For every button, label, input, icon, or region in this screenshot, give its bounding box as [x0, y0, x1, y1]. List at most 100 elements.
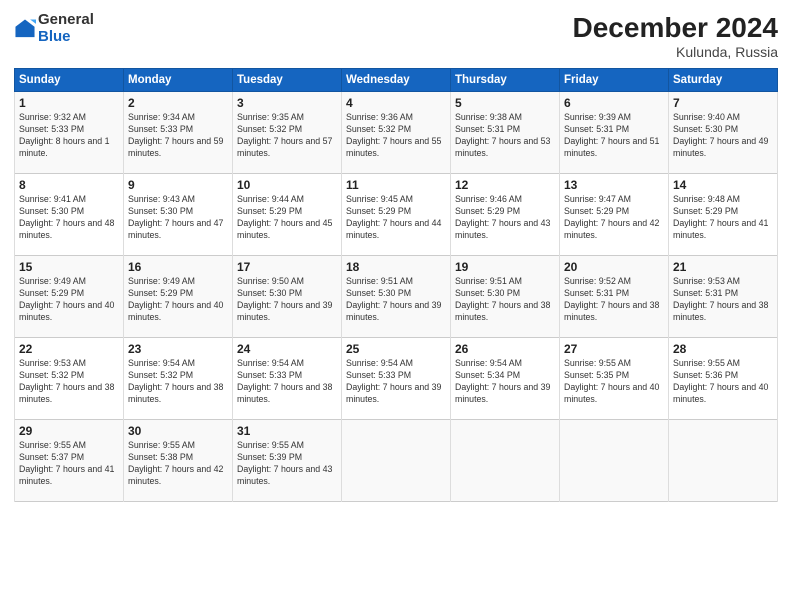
- table-row: 12 Sunrise: 9:46 AMSunset: 5:29 PMDayligh…: [451, 174, 560, 256]
- col-saturday: Saturday: [669, 69, 778, 92]
- day-number: 20: [564, 260, 664, 274]
- day-info: Sunrise: 9:38 AMSunset: 5:31 PMDaylight:…: [455, 112, 550, 158]
- day-number: 28: [673, 342, 773, 356]
- day-info: Sunrise: 9:52 AMSunset: 5:31 PMDaylight:…: [564, 276, 659, 322]
- table-row: 29 Sunrise: 9:55 AMSunset: 5:37 PMDayligh…: [15, 420, 124, 502]
- table-row: 10Sunrise: 9:44 AMSunset: 5:29 PMDayligh…: [233, 174, 342, 256]
- day-number: 3: [237, 96, 337, 110]
- day-info: Sunrise: 9:55 AMSunset: 5:38 PMDaylight:…: [128, 440, 223, 486]
- calendar-table: Sunday Monday Tuesday Wednesday Thursday…: [14, 68, 778, 502]
- table-row: 24 Sunrise: 9:54 AMSunset: 5:33 PMDayligh…: [233, 338, 342, 420]
- day-number: 2: [128, 96, 228, 110]
- logo-blue: Blue: [38, 29, 94, 46]
- day-info: Sunrise: 9:49 AMSunset: 5:29 PMDaylight:…: [19, 276, 114, 322]
- table-row: [342, 420, 451, 502]
- table-row: 26 Sunrise: 9:54 AMSunset: 5:34 PMDayligh…: [451, 338, 560, 420]
- day-info: Sunrise: 9:46 AMSunset: 5:29 PMDaylight:…: [455, 194, 550, 240]
- day-info: Sunrise: 9:51 AMSunset: 5:30 PMDaylight:…: [346, 276, 441, 322]
- table-row: 19Sunrise: 9:51 AMSunset: 5:30 PMDayligh…: [451, 256, 560, 338]
- col-friday: Friday: [560, 69, 669, 92]
- table-row: 3 Sunrise: 9:35 AMSunset: 5:32 PMDaylight…: [233, 92, 342, 174]
- table-row: 1 Sunrise: 9:32 AMSunset: 5:33 PMDaylight…: [15, 92, 124, 174]
- table-row: 14Sunrise: 9:48 AMSunset: 5:29 PMDayligh…: [669, 174, 778, 256]
- day-number: 14: [673, 178, 773, 192]
- table-row: 28Sunrise: 9:55 AMSunset: 5:36 PMDayligh…: [669, 338, 778, 420]
- day-info: Sunrise: 9:49 AMSunset: 5:29 PMDaylight:…: [128, 276, 223, 322]
- day-number: 21: [673, 260, 773, 274]
- table-row: 11Sunrise: 9:45 AMSunset: 5:29 PMDayligh…: [342, 174, 451, 256]
- table-row: 13Sunrise: 9:47 AMSunset: 5:29 PMDayligh…: [560, 174, 669, 256]
- subtitle: Kulunda, Russia: [573, 44, 778, 60]
- day-info: Sunrise: 9:54 AMSunset: 5:33 PMDaylight:…: [237, 358, 332, 404]
- table-row: 15 Sunrise: 9:49 AMSunset: 5:29 PMDayligh…: [15, 256, 124, 338]
- day-info: Sunrise: 9:35 AMSunset: 5:32 PMDaylight:…: [237, 112, 332, 158]
- table-row: 30Sunrise: 9:55 AMSunset: 5:38 PMDayligh…: [124, 420, 233, 502]
- table-row: 20 Sunrise: 9:52 AMSunset: 5:31 PMDayligh…: [560, 256, 669, 338]
- table-row: 23 Sunrise: 9:54 AMSunset: 5:32 PMDayligh…: [124, 338, 233, 420]
- header: General Blue December 2024 Kulunda, Russ…: [14, 12, 778, 60]
- col-wednesday: Wednesday: [342, 69, 451, 92]
- table-row: 18Sunrise: 9:51 AMSunset: 5:30 PMDayligh…: [342, 256, 451, 338]
- day-info: Sunrise: 9:55 AMSunset: 5:37 PMDaylight:…: [19, 440, 114, 486]
- day-info: Sunrise: 9:55 AMSunset: 5:39 PMDaylight:…: [237, 440, 332, 486]
- day-info: Sunrise: 9:36 AMSunset: 5:32 PMDaylight:…: [346, 112, 441, 158]
- day-number: 17: [237, 260, 337, 274]
- day-info: Sunrise: 9:41 AMSunset: 5:30 PMDaylight:…: [19, 194, 114, 240]
- calendar-week-2: 8 Sunrise: 9:41 AMSunset: 5:30 PMDaylight…: [15, 174, 778, 256]
- day-number: 1: [19, 96, 119, 110]
- calendar-week-5: 29 Sunrise: 9:55 AMSunset: 5:37 PMDayligh…: [15, 420, 778, 502]
- day-info: Sunrise: 9:51 AMSunset: 5:30 PMDaylight:…: [455, 276, 550, 322]
- table-row: 31 Sunrise: 9:55 AMSunset: 5:39 PMDayligh…: [233, 420, 342, 502]
- day-number: 31: [237, 424, 337, 438]
- day-number: 6: [564, 96, 664, 110]
- day-info: Sunrise: 9:54 AMSunset: 5:34 PMDaylight:…: [455, 358, 550, 404]
- day-number: 16: [128, 260, 228, 274]
- day-info: Sunrise: 9:40 AMSunset: 5:30 PMDaylight:…: [673, 112, 768, 158]
- day-number: 22: [19, 342, 119, 356]
- day-number: 9: [128, 178, 228, 192]
- table-row: [560, 420, 669, 502]
- day-info: Sunrise: 9:32 AMSunset: 5:33 PMDaylight:…: [19, 112, 109, 158]
- table-row: 22 Sunrise: 9:53 AMSunset: 5:32 PMDayligh…: [15, 338, 124, 420]
- day-info: Sunrise: 9:53 AMSunset: 5:32 PMDaylight:…: [19, 358, 114, 404]
- logo-general: General: [38, 12, 94, 29]
- day-number: 5: [455, 96, 555, 110]
- day-number: 12: [455, 178, 555, 192]
- table-row: 16 Sunrise: 9:49 AMSunset: 5:29 PMDayligh…: [124, 256, 233, 338]
- calendar-body: 1 Sunrise: 9:32 AMSunset: 5:33 PMDaylight…: [15, 92, 778, 502]
- day-number: 24: [237, 342, 337, 356]
- calendar-week-4: 22 Sunrise: 9:53 AMSunset: 5:32 PMDayligh…: [15, 338, 778, 420]
- day-number: 11: [346, 178, 446, 192]
- day-info: Sunrise: 9:34 AMSunset: 5:33 PMDaylight:…: [128, 112, 223, 158]
- title-block: December 2024 Kulunda, Russia: [573, 12, 778, 60]
- day-info: Sunrise: 9:54 AMSunset: 5:32 PMDaylight:…: [128, 358, 223, 404]
- day-number: 27: [564, 342, 664, 356]
- calendar-container: General Blue December 2024 Kulunda, Russ…: [0, 0, 792, 612]
- day-number: 7: [673, 96, 773, 110]
- day-number: 8: [19, 178, 119, 192]
- day-info: Sunrise: 9:50 AMSunset: 5:30 PMDaylight:…: [237, 276, 332, 322]
- table-row: 17 Sunrise: 9:50 AMSunset: 5:30 PMDayligh…: [233, 256, 342, 338]
- table-row: 21 Sunrise: 9:53 AMSunset: 5:31 PMDayligh…: [669, 256, 778, 338]
- day-info: Sunrise: 9:39 AMSunset: 5:31 PMDaylight:…: [564, 112, 659, 158]
- header-row: Sunday Monday Tuesday Wednesday Thursday…: [15, 69, 778, 92]
- day-number: 23: [128, 342, 228, 356]
- col-tuesday: Tuesday: [233, 69, 342, 92]
- table-row: [669, 420, 778, 502]
- logo-text: General Blue: [38, 12, 94, 45]
- day-number: 15: [19, 260, 119, 274]
- col-sunday: Sunday: [15, 69, 124, 92]
- table-row: 5 Sunrise: 9:38 AMSunset: 5:31 PMDaylight…: [451, 92, 560, 174]
- day-number: 29: [19, 424, 119, 438]
- calendar-week-1: 1 Sunrise: 9:32 AMSunset: 5:33 PMDaylight…: [15, 92, 778, 174]
- day-info: Sunrise: 9:53 AMSunset: 5:31 PMDaylight:…: [673, 276, 768, 322]
- table-row: 8 Sunrise: 9:41 AMSunset: 5:30 PMDaylight…: [15, 174, 124, 256]
- day-info: Sunrise: 9:55 AMSunset: 5:35 PMDaylight:…: [564, 358, 659, 404]
- table-row: 2 Sunrise: 9:34 AMSunset: 5:33 PMDaylight…: [124, 92, 233, 174]
- table-row: 4Sunrise: 9:36 AMSunset: 5:32 PMDaylight…: [342, 92, 451, 174]
- logo-icon: [14, 18, 36, 40]
- day-number: 13: [564, 178, 664, 192]
- day-info: Sunrise: 9:54 AMSunset: 5:33 PMDaylight:…: [346, 358, 441, 404]
- logo: General Blue: [14, 12, 94, 45]
- day-number: 26: [455, 342, 555, 356]
